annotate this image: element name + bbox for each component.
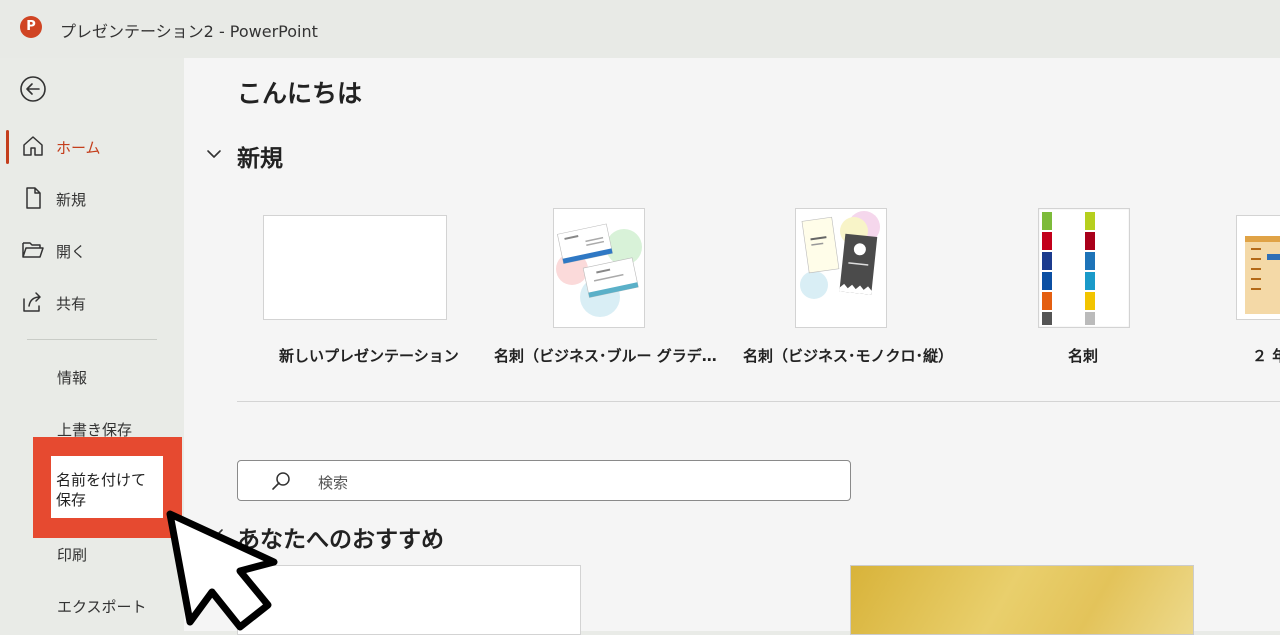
template-label: 名刺（ビジネス･ブルー グラデ… <box>494 347 717 365</box>
backstage-main: こんにちは 新規 新しいプレゼンテーション 名刺（ビジネス･ブルー グラデ… 名… <box>184 58 1280 635</box>
template-blank-thumbnail[interactable] <box>263 215 447 320</box>
sidebar-item-open[interactable]: 開く <box>0 228 183 272</box>
sidebar-item-share[interactable]: 共有 <box>0 280 183 324</box>
template-label: 新しいプレゼンテーション <box>279 347 459 365</box>
chevron-down-icon[interactable] <box>206 148 222 160</box>
active-indicator <box>6 130 9 164</box>
greeting-heading: こんにちは <box>237 79 363 108</box>
template-business-card-mono-thumbnail[interactable] <box>795 208 887 328</box>
home-icon <box>23 136 43 156</box>
business-card-blue-preview <box>556 223 642 317</box>
sidebar-item-new[interactable]: 新規 <box>0 176 183 220</box>
calendar-preview <box>1245 236 1280 314</box>
template-name-card-thumbnail[interactable] <box>1038 208 1130 328</box>
template-business-card-blue-thumbnail[interactable] <box>553 208 645 328</box>
sidebar-item-save-as-label: 名前を付けて保存 <box>56 471 147 509</box>
new-document-icon <box>26 187 41 209</box>
recommended-card[interactable] <box>237 565 581 635</box>
sidebar-item-label: ホーム <box>56 139 101 157</box>
template-label: 名刺（ビジネス･モノクロ･縦） <box>743 347 954 365</box>
back-arrow-icon[interactable] <box>18 74 48 104</box>
title-bar: P プレゼンテーション2 - PowerPoint <box>0 0 1280 58</box>
backstage-sidebar: ホーム 新規 開く 共有 情報 上書き保存 印刷 エクスポート <box>0 58 183 631</box>
template-calendar-thumbnail[interactable] <box>1236 215 1280 320</box>
sidebar-item-print[interactable]: 印刷 <box>57 544 87 565</box>
powerpoint-logo-icon: P <box>20 16 46 38</box>
template-label: 名刺 <box>1068 347 1099 365</box>
recommended-card[interactable] <box>850 565 1194 635</box>
search-icon <box>272 472 290 490</box>
business-card-mono-preview <box>800 211 880 299</box>
search-input[interactable]: 検索 <box>237 460 851 501</box>
sidebar-item-export[interactable]: エクスポート <box>57 596 147 617</box>
window-title: プレゼンテーション2 - PowerPoint <box>60 22 318 41</box>
share-icon <box>23 292 41 312</box>
sidebar-item-label: 開く <box>56 243 87 261</box>
search-placeholder: 検索 <box>318 474 349 492</box>
sidebar-item-label: 共有 <box>56 295 87 313</box>
name-card-preview <box>1039 209 1129 327</box>
template-label: ２ 年 <box>1252 347 1280 365</box>
section-divider <box>237 401 1280 402</box>
folder-open-icon <box>22 242 44 258</box>
sidebar-item-info[interactable]: 情報 <box>57 367 87 388</box>
sidebar-item-home[interactable]: ホーム <box>0 124 183 168</box>
sidebar-item-label: 新規 <box>56 191 87 209</box>
new-section-title: 新規 <box>237 146 283 172</box>
mouse-pointer-icon <box>166 510 278 631</box>
sidebar-divider <box>27 339 157 340</box>
